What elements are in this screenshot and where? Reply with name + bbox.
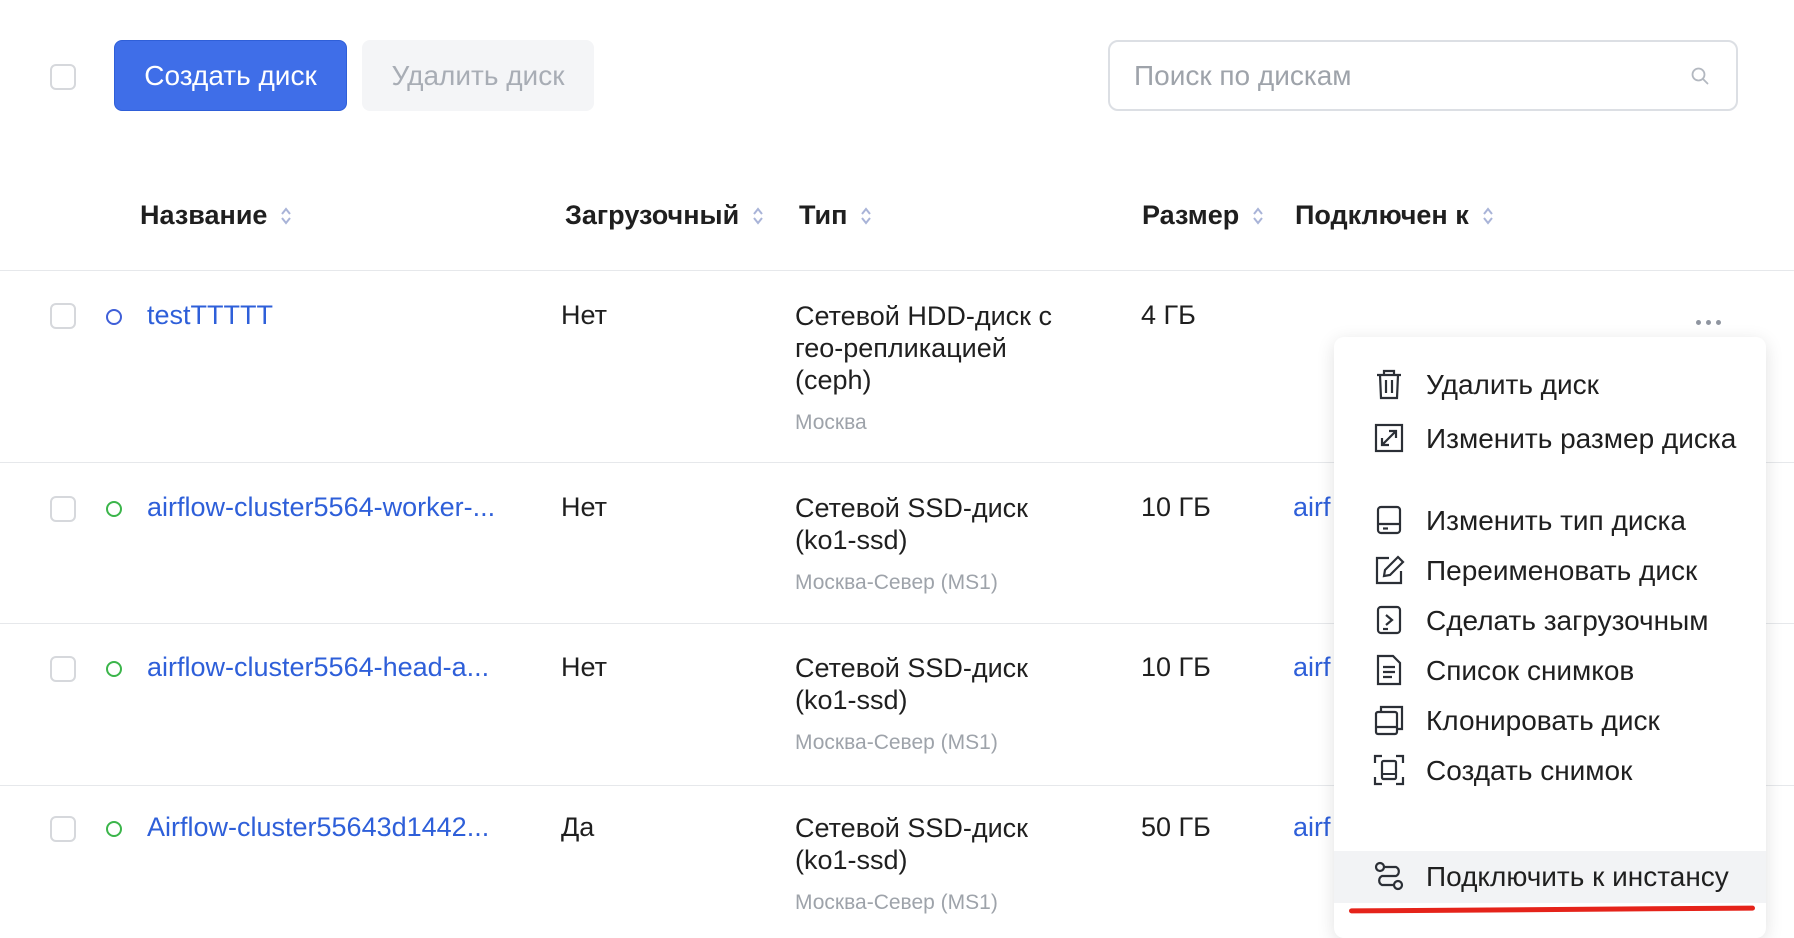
status-icon (106, 661, 122, 677)
row-checkbox[interactable] (50, 303, 76, 329)
column-name-header[interactable]: Название (140, 200, 293, 231)
header-divider (0, 270, 1794, 271)
column-attached-header[interactable]: Подключен к (1295, 200, 1495, 231)
column-label: Размер (1142, 200, 1240, 230)
boot-value: Нет (561, 300, 607, 330)
row-checkbox[interactable] (50, 496, 76, 522)
dot (1716, 319, 1721, 325)
menu-item-label: Сделать загрузочным (1426, 605, 1709, 636)
column-label: Тип (799, 200, 848, 230)
type-value: Сетевой SSD-диск (ko1-ssd) (795, 493, 1028, 555)
menu-item-create-snapshot[interactable]: Создать снимок (1334, 753, 1766, 789)
menu-item-label: Список снимков (1426, 655, 1635, 686)
type-value: Сетевой SSD-диск (ko1-ssd) (795, 653, 1028, 715)
menu-item-change-type[interactable]: Изменить тип диска (1334, 503, 1766, 539)
boot-value: Нет (561, 652, 607, 682)
search-box[interactable] (1108, 40, 1738, 111)
row-checkbox[interactable] (50, 816, 76, 842)
more-actions-button[interactable] (1696, 312, 1730, 332)
disk-actions-menu: Удалить диск Изменить размер диска Измен… (1334, 337, 1766, 938)
clone-icon (1374, 705, 1404, 736)
disk-icon (1376, 505, 1402, 535)
boot-value: Да (561, 812, 595, 842)
region-value: Москва (795, 411, 867, 434)
status-icon (106, 309, 122, 325)
menu-item-snapshots-list[interactable]: Список снимков (1334, 653, 1766, 689)
sort-icon[interactable] (1481, 204, 1495, 228)
boot-value: Нет (561, 492, 607, 522)
size-value: 10 ГБ (1141, 652, 1211, 682)
column-label: Название (140, 200, 268, 230)
column-label: Загрузочный (565, 200, 740, 230)
attached-instance-link[interactable]: airf (1293, 652, 1331, 683)
column-label: Подключен к (1295, 200, 1469, 230)
menu-item-make-bootable[interactable]: Сделать загрузочным (1334, 603, 1766, 639)
edit-icon (1375, 555, 1405, 585)
menu-item-delete-disk[interactable]: Удалить диск (1334, 367, 1766, 403)
disk-name-link[interactable]: testTTTTT (147, 300, 273, 331)
menu-item-label: Переименовать диск (1426, 555, 1698, 586)
menu-item-label: Подключить к инстансу (1426, 861, 1729, 892)
search-icon[interactable] (1690, 66, 1710, 86)
disk-name-link[interactable]: Airflow-cluster55643d1442... (147, 812, 489, 843)
region-value: Москва-Север (MS1) (795, 731, 998, 754)
type-value: Сетевой HDD-диск с гео-репликацией (ceph… (795, 301, 1052, 395)
dot (1696, 319, 1701, 325)
size-value: 50 ГБ (1141, 812, 1211, 842)
column-type-header[interactable]: Тип (799, 200, 873, 231)
attached-instance-link[interactable]: airf (1293, 492, 1331, 523)
select-all-checkbox[interactable] (50, 64, 76, 90)
status-icon (106, 501, 122, 517)
menu-item-label: Удалить диск (1426, 369, 1599, 400)
dot (1706, 319, 1711, 325)
region-value: Москва-Север (MS1) (795, 891, 998, 914)
sort-icon[interactable] (279, 204, 293, 228)
disk-name-link[interactable]: airflow-cluster5564-head-a... (147, 652, 489, 683)
column-boot-header[interactable]: Загрузочный (565, 200, 765, 231)
sort-icon[interactable] (751, 204, 765, 228)
region-value: Москва-Север (MS1) (795, 571, 998, 594)
search-input[interactable] (1132, 58, 1656, 93)
menu-item-label: Клонировать диск (1426, 705, 1660, 736)
list-icon (1376, 654, 1402, 686)
attached-instance-link[interactable]: airf (1293, 812, 1331, 843)
menu-item-rename-disk[interactable]: Переименовать диск (1334, 553, 1766, 589)
menu-item-attach-instance[interactable]: Подключить к инстансу (1334, 851, 1766, 903)
column-size-header[interactable]: Размер (1142, 200, 1265, 231)
menu-item-label: Изменить размер диска (1426, 423, 1737, 454)
connect-icon (1374, 861, 1404, 891)
menu-item-label: Создать снимок (1426, 755, 1633, 786)
snapshot-icon (1373, 754, 1405, 786)
menu-item-label: Изменить тип диска (1426, 505, 1686, 536)
sort-icon[interactable] (1251, 204, 1265, 228)
resize-icon (1374, 423, 1404, 453)
size-value: 10 ГБ (1141, 492, 1211, 522)
create-disk-button[interactable]: Создать диск (114, 40, 347, 111)
menu-item-clone-disk[interactable]: Клонировать диск (1334, 703, 1766, 739)
row-checkbox[interactable] (50, 656, 76, 682)
delete-disk-button: Удалить диск (362, 40, 594, 111)
status-icon (106, 821, 122, 837)
boot-icon (1376, 605, 1402, 635)
sort-icon[interactable] (859, 204, 873, 228)
disk-name-link[interactable]: airflow-cluster5564-worker-... (147, 492, 495, 523)
size-value: 4 ГБ (1141, 300, 1196, 330)
type-value: Сетевой SSD-диск (ko1-ssd) (795, 813, 1028, 875)
trash-icon (1377, 369, 1401, 400)
menu-item-resize-disk[interactable]: Изменить размер диска (1334, 421, 1766, 457)
